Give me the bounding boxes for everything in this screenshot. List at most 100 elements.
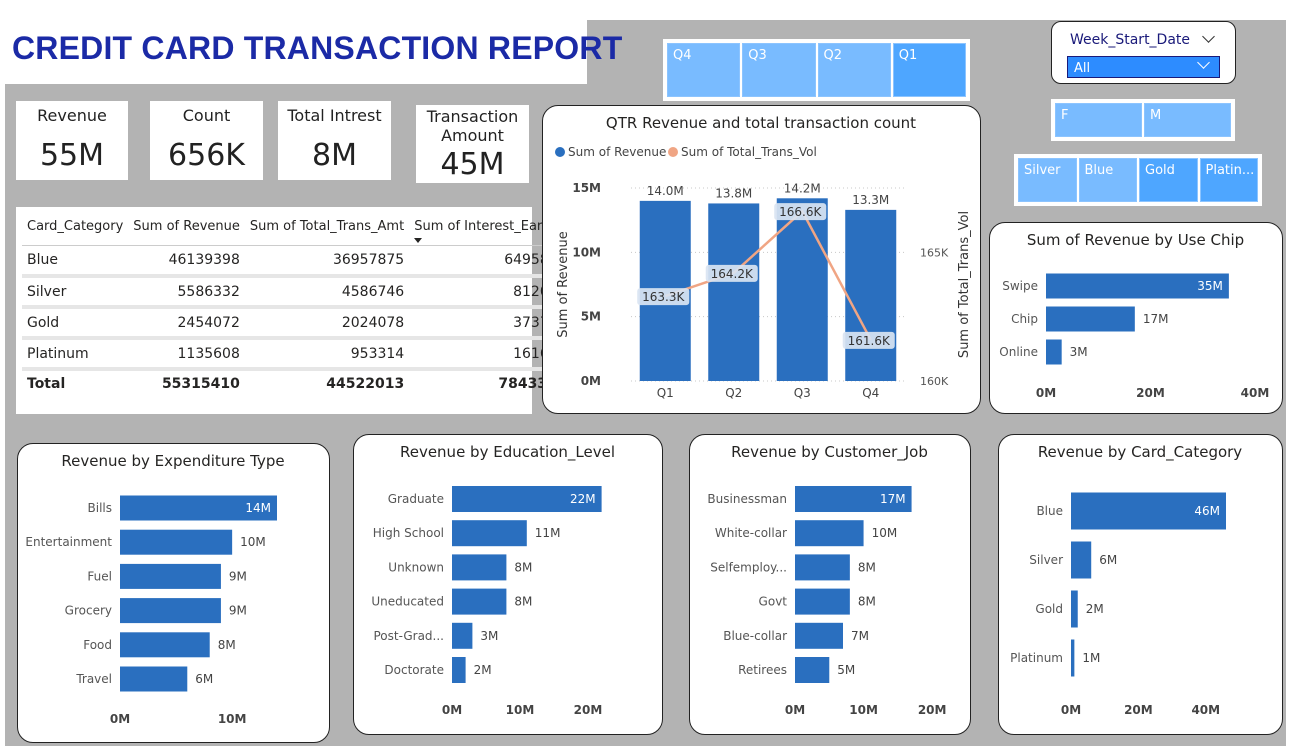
sort-descending-icon [414, 237, 423, 243]
data-label: 7M [851, 629, 869, 643]
x-tick-label: Q4 [862, 386, 879, 400]
data-label: 10M [240, 535, 266, 549]
bar [452, 520, 527, 547]
table-row: Gold 2454072 2024078 373784 [22, 307, 572, 340]
x-tick-label: Q3 [794, 386, 811, 400]
quarter-option[interactable]: Q4 [667, 43, 741, 97]
week-filter-dropdown[interactable]: All [1067, 56, 1220, 78]
bar [795, 554, 850, 581]
kpi-transaction-card: Transaction Amount 45M [416, 105, 529, 183]
quarter-option[interactable]: Q2 [817, 43, 891, 97]
quarter-option[interactable]: Q1 [892, 43, 966, 97]
bar [1071, 541, 1092, 579]
bar [120, 632, 210, 658]
week-filter-value: All [1074, 61, 1091, 76]
bar [120, 563, 221, 589]
y2-tick-label: 165K [920, 246, 949, 259]
data-label: 6M [1099, 553, 1117, 567]
education-revenue-chart: Revenue by Education_Level Graduate 22M Hig… [371, 443, 615, 717]
column-header[interactable]: Sum of Total_Trans_Amt [244, 209, 410, 246]
column-header[interactable]: Card_Category [22, 209, 129, 246]
bar [708, 203, 760, 381]
category-label: High School [373, 526, 444, 540]
line-data-label: 163.3K [642, 290, 685, 304]
legend-label: Sum of Total_Trans_Vol [681, 145, 817, 159]
usechip-chart-panel: Sum of Revenue by Use Chip Swipe 35M Chip 17… [989, 222, 1283, 414]
data-label: 46M [1194, 504, 1220, 518]
category-label: Swipe [1002, 279, 1038, 293]
data-label: 17M [880, 492, 906, 506]
data-label: 14M [245, 501, 271, 515]
data-label: 3M [480, 629, 498, 643]
table-cell: 2024078 [244, 307, 410, 340]
data-label: 8M [218, 638, 236, 652]
tick-label: 40M [1241, 386, 1270, 400]
data-label: 8M [858, 595, 876, 609]
chart-title: Revenue by Card_Category [1038, 443, 1242, 462]
category-label: Platinum [1010, 651, 1063, 665]
quarter-option[interactable]: Q3 [742, 43, 816, 97]
tick-label: 10M [218, 712, 247, 726]
table-cell: 953314 [244, 338, 410, 371]
chevron-down-icon[interactable] [1202, 30, 1215, 43]
kpi-label: Count [182, 106, 231, 125]
y-axis-label: Sum of Revenue [556, 231, 571, 338]
tick-label: 0M [1061, 703, 1081, 717]
legend-marker [555, 147, 565, 157]
card-option[interactable]: Blue [1078, 158, 1137, 202]
data-label: 1M [1082, 651, 1100, 665]
week-filter: Week_Start_Date All [1051, 21, 1236, 84]
y2-tick-label: 160K [920, 375, 949, 388]
bar-data-label: 13.8M [715, 186, 752, 200]
table-cell: Total [22, 368, 129, 397]
gender-option[interactable]: F [1055, 103, 1142, 137]
card-option[interactable]: Silver [1018, 158, 1077, 202]
category-label: Grocery [65, 604, 112, 618]
line-data-label: 164.2K [711, 267, 754, 281]
gender-option[interactable]: M [1144, 103, 1231, 137]
category-label: Online [999, 345, 1038, 359]
data-label: 22M [570, 492, 596, 506]
category-label: White-collar [715, 526, 787, 540]
category-label: Bills [88, 501, 113, 515]
tick-label: 10M [506, 703, 535, 717]
category-label: Post-Grad... [373, 629, 444, 643]
usechip-revenue-chart: Sum of Revenue by Use Chip Swipe 35M Chip 17… [999, 231, 1270, 400]
table-total-row: Total 55315410 44522013 7843382 [22, 368, 572, 397]
category-label: Govt [759, 595, 788, 609]
kpi-label: Revenue [37, 106, 107, 125]
table-cell: Silver [22, 276, 129, 309]
legend-marker [668, 147, 678, 157]
kpi-value: 45M [440, 147, 505, 182]
category-label: Entertainment [25, 535, 112, 549]
column-header[interactable]: Sum of Revenue [128, 209, 245, 246]
category-label: Businessman [707, 492, 787, 506]
table-cell: Blue [22, 245, 129, 278]
data-label: 6M [195, 672, 213, 686]
card-option[interactable]: Platin... [1199, 158, 1258, 202]
bar [1046, 306, 1135, 332]
category-chart-panel: Revenue by Card_Category Blue 46M Silver 6M G… [998, 434, 1283, 735]
kpi-revenue-card: Revenue 55M [16, 101, 128, 180]
line-data-label: 161.6K [848, 334, 891, 348]
y-tick-label: 0M [581, 374, 601, 388]
card-category-table: Card_Category Sum of Revenue Sum of Tota… [22, 209, 572, 397]
job-chart-panel: Revenue by Customer_Job Businessman 17M Whi… [689, 434, 971, 735]
category-label: Uneducated [371, 595, 444, 609]
category-label: Blue-collar [723, 629, 787, 643]
card-option[interactable]: Gold [1139, 158, 1198, 202]
category-label: Travel [75, 672, 112, 686]
education-chart-panel: Revenue by Education_Level Graduate 22M Hig… [353, 434, 663, 735]
tick-label: 0M [442, 703, 462, 717]
bar-data-label: 14.0M [647, 184, 684, 198]
trans-vol-line [664, 209, 872, 341]
data-label: 2M [1086, 602, 1104, 616]
tick-label: 20M [918, 703, 947, 717]
y-tick-label: 15M [572, 181, 601, 195]
data-label: 8M [514, 595, 532, 609]
x-tick-label: Q2 [725, 386, 742, 400]
bar [452, 657, 466, 683]
category-label: Selfemploy... [710, 560, 787, 574]
y-tick-label: 5M [581, 310, 601, 324]
card-category-slicer: Silver Blue Gold Platin... [1014, 154, 1262, 206]
